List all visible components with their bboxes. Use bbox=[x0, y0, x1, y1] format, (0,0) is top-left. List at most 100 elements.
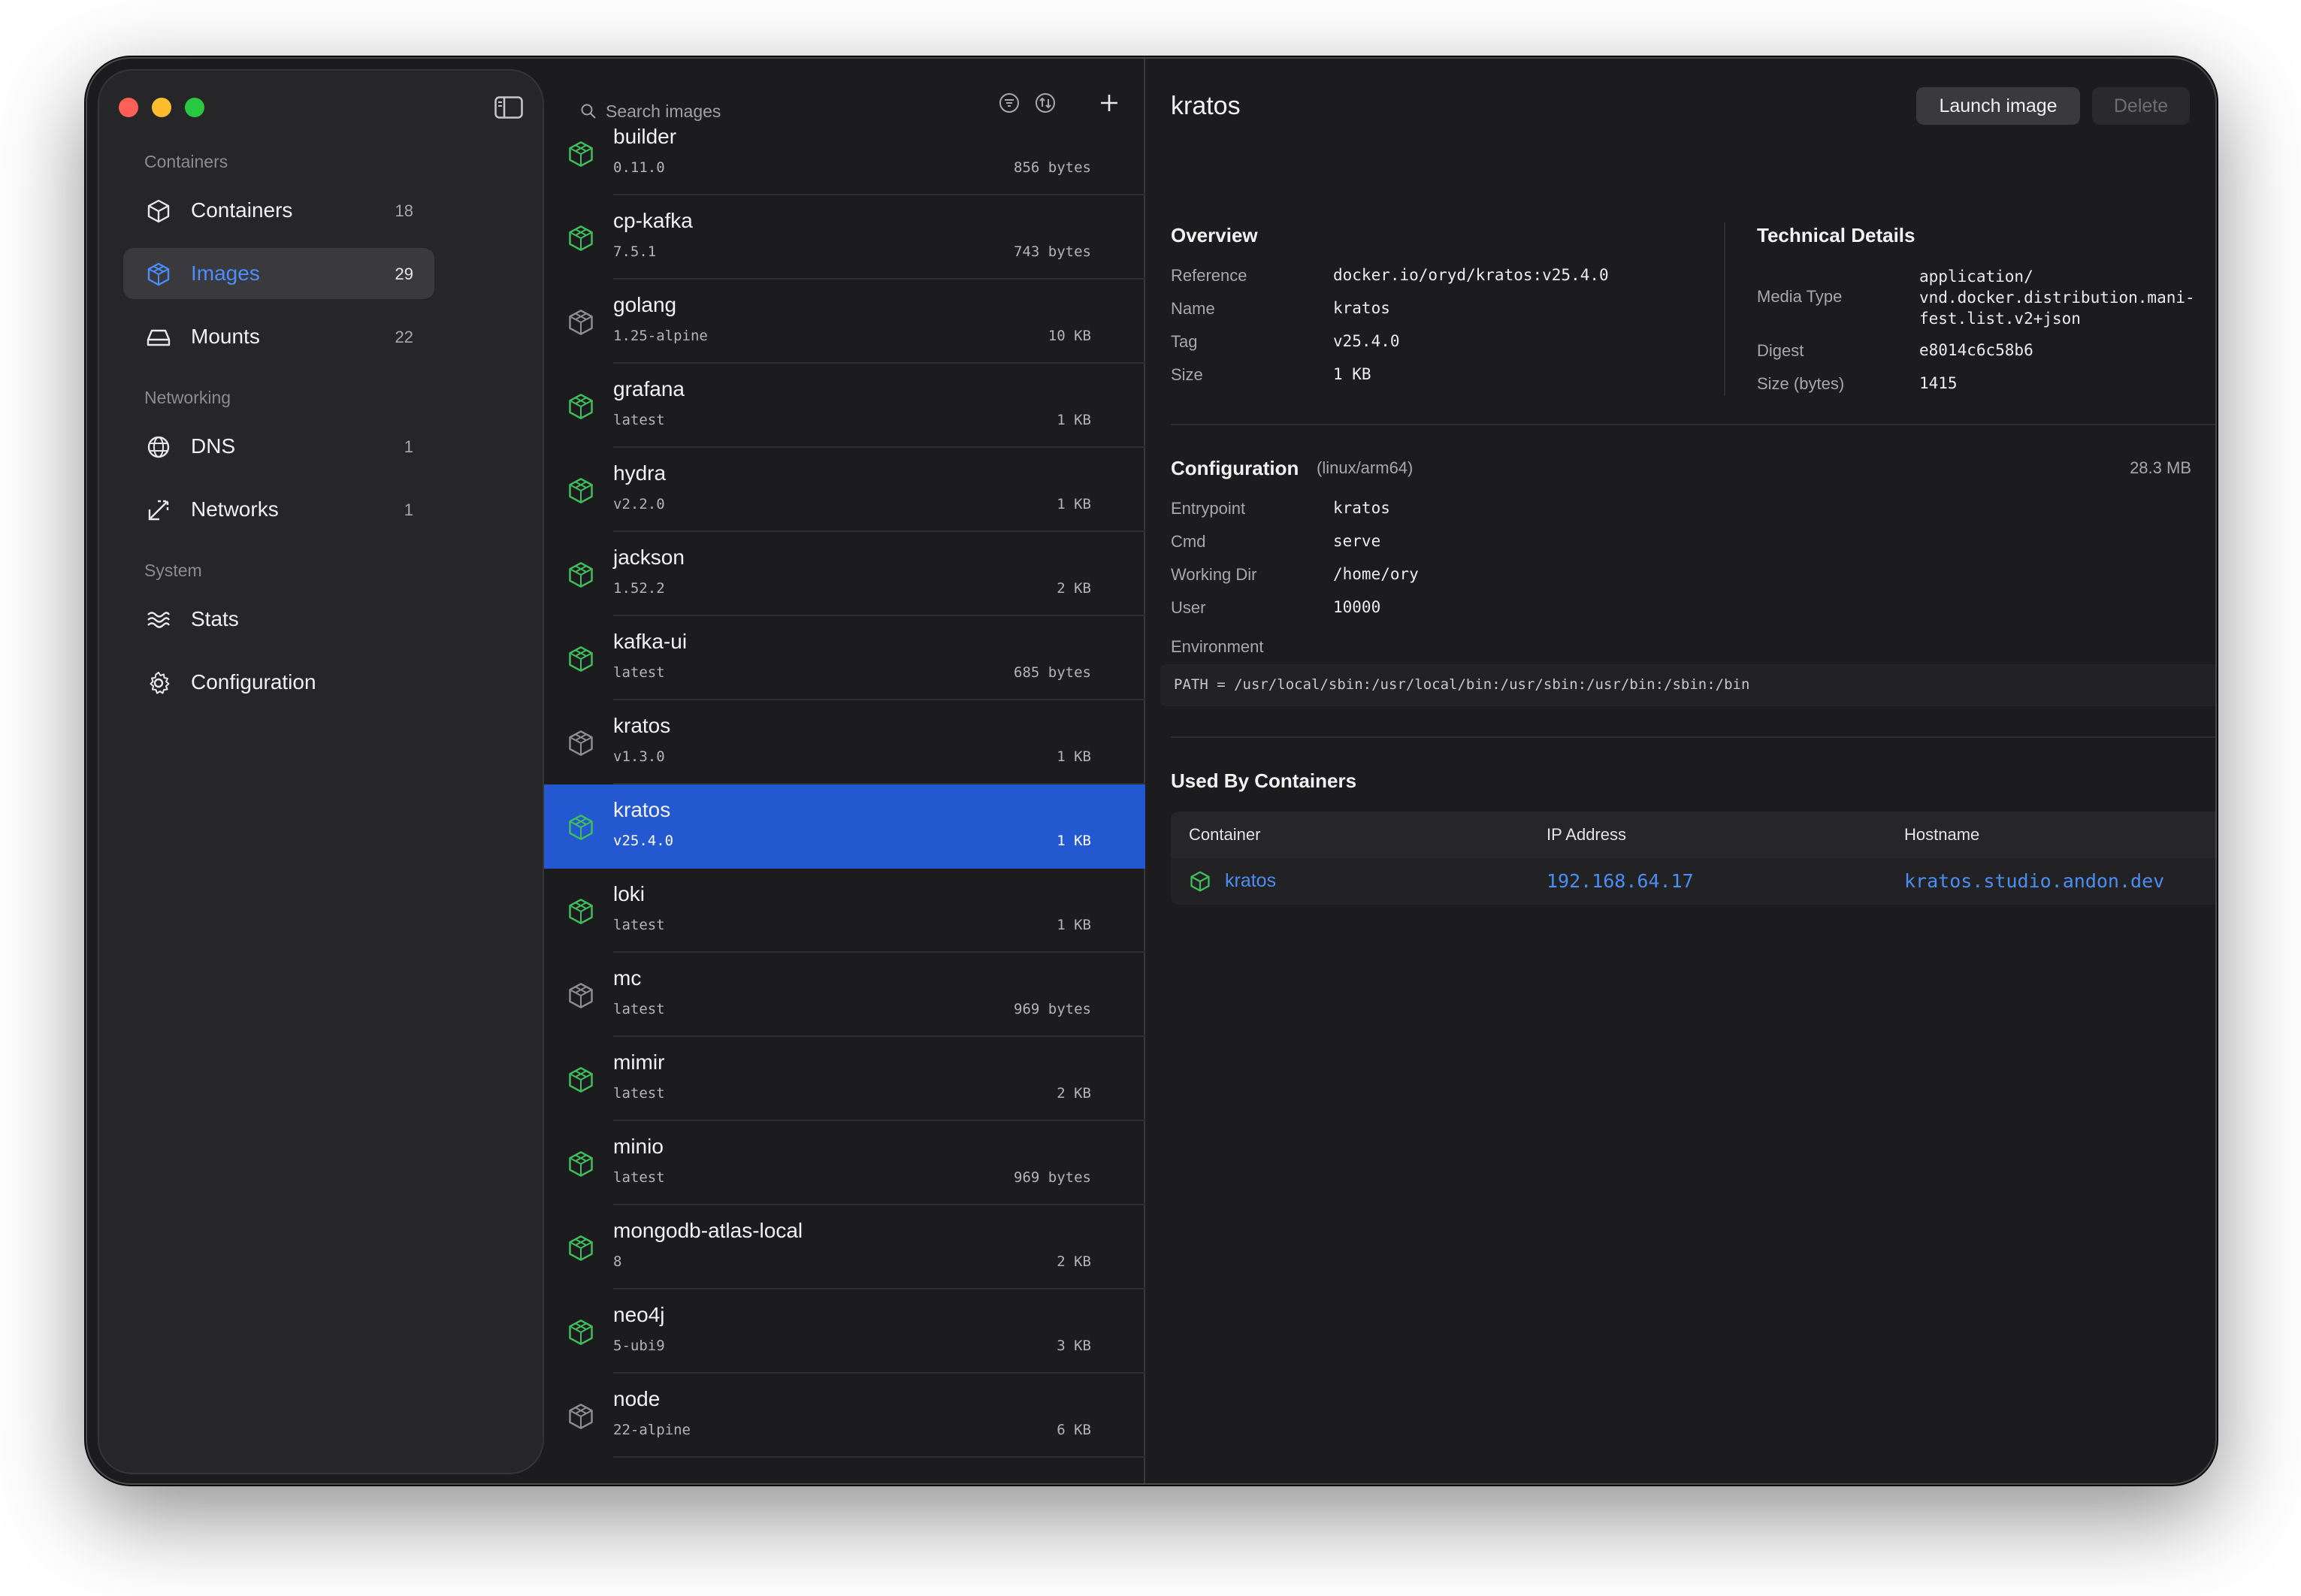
section-divider bbox=[1171, 424, 2215, 425]
cube-icon bbox=[147, 199, 170, 223]
list-item[interactable]: mc latest 969 bytes bbox=[544, 953, 1145, 1037]
sidebar-item-count: 1 bbox=[404, 500, 413, 519]
sidebar-item-networks[interactable]: Networks 1 bbox=[123, 484, 434, 535]
ip-address-link[interactable]: 192.168.64.17 bbox=[1547, 870, 1694, 892]
image-tag: latest bbox=[613, 917, 665, 933]
technical-value: application/ vnd.docker.distribution.man… bbox=[1919, 268, 2195, 328]
sidebar-item-containers[interactable]: Containers 18 bbox=[123, 185, 434, 236]
list-item[interactable]: grafana latest 1 KB bbox=[544, 364, 1145, 448]
overview-value: 1 KB bbox=[1333, 365, 1371, 383]
sidebar-toggle-icon[interactable] bbox=[494, 96, 523, 119]
delete-button[interactable]: Delete bbox=[2092, 87, 2190, 125]
image-tag: v2.2.0 bbox=[613, 496, 665, 512]
image-list-pane: Search images builder 0.11.0 856 bytes cp-k… bbox=[544, 59, 1145, 1483]
image-tag: latest bbox=[613, 1169, 665, 1186]
config-key: Cmd bbox=[1171, 532, 1206, 551]
technical-key: Size (bytes) bbox=[1757, 374, 1845, 393]
traffic-lights bbox=[119, 98, 204, 117]
launch-image-button[interactable]: Launch image bbox=[1916, 87, 2080, 125]
config-value: serve bbox=[1333, 532, 1381, 550]
minimize-window-button[interactable] bbox=[152, 98, 171, 117]
column-header-hostname[interactable]: Hostname bbox=[1904, 825, 1979, 845]
config-key: Working Dir bbox=[1171, 565, 1257, 584]
image-name: mongodb-atlas-local bbox=[613, 1219, 803, 1242]
gear-icon bbox=[150, 672, 170, 694]
sidebar-item-mounts[interactable]: Mounts 22 bbox=[123, 311, 434, 362]
list-item[interactable]: minio latest 969 bytes bbox=[544, 1121, 1145, 1205]
config-key: Entrypoint bbox=[1171, 499, 1246, 518]
list-item[interactable]: mimir latest 2 KB bbox=[544, 1037, 1145, 1121]
overview-value: kratos bbox=[1333, 299, 1390, 317]
image-cube-icon bbox=[569, 1151, 593, 1177]
image-name: node bbox=[613, 1387, 661, 1410]
image-size: 10 KB bbox=[1048, 328, 1091, 344]
list-item[interactable]: hydra v2.2.0 1 KB bbox=[544, 448, 1145, 532]
image-tag: latest bbox=[613, 412, 665, 428]
sidebar-item-images[interactable]: Images 29 bbox=[123, 248, 434, 299]
image-size: 2 KB bbox=[1057, 1085, 1091, 1102]
used-by-heading: Used By Containers bbox=[1171, 769, 1357, 792]
technical-value: e8014c6c58b6 bbox=[1919, 341, 2033, 359]
image-name: minio bbox=[613, 1135, 664, 1158]
list-item[interactable]: neo4j 5-ubi9 3 KB bbox=[544, 1289, 1145, 1374]
list-item[interactable]: cp-kafka 7.5.1 743 bytes bbox=[544, 195, 1145, 280]
image-size: 3 KB bbox=[1057, 1338, 1091, 1354]
list-item[interactable]: kratos v1.3.0 1 KB bbox=[544, 700, 1145, 784]
zoom-window-button[interactable] bbox=[185, 98, 204, 117]
overview-key: Name bbox=[1171, 299, 1215, 318]
sidebar-item-label: DNS bbox=[191, 434, 236, 458]
image-name: cp-kafka bbox=[613, 209, 693, 232]
list-item[interactable]: node 22-alpine 6 KB bbox=[544, 1374, 1145, 1458]
image-size: 969 bytes bbox=[1014, 1001, 1091, 1017]
sidebar-item-configuration[interactable]: Configuration bbox=[123, 657, 434, 708]
section-divider bbox=[1171, 736, 2215, 738]
image-name: hydra bbox=[613, 461, 667, 485]
sidebar-item-count: 22 bbox=[395, 328, 413, 346]
technical-heading: Technical Details bbox=[1757, 224, 1915, 246]
close-window-button[interactable] bbox=[119, 98, 138, 117]
image-name: mimir bbox=[613, 1050, 665, 1074]
image-cube-icon bbox=[569, 646, 593, 672]
sidebar-item-label: Mounts bbox=[191, 325, 260, 348]
container-link[interactable]: kratos bbox=[1225, 870, 1276, 892]
column-header-ip[interactable]: IP Address bbox=[1547, 825, 1626, 845]
sidebar-item-count: 29 bbox=[395, 264, 413, 283]
sidebar-item-label: Containers bbox=[191, 198, 293, 222]
waves-icon bbox=[147, 612, 171, 628]
table-row[interactable]: kratos 192.168.64.17 kratos.studio.andon… bbox=[1171, 858, 2215, 905]
image-tag: 0.11.0 bbox=[613, 159, 665, 176]
image-name: mc bbox=[613, 966, 642, 990]
image-name: neo4j bbox=[613, 1303, 665, 1326]
overview-value: v25.4.0 bbox=[1333, 332, 1400, 350]
sidebar-item-dns[interactable]: DNS 1 bbox=[123, 421, 434, 472]
sidebar-item-stats[interactable]: Stats bbox=[123, 594, 434, 645]
list-item[interactable]: mongodb-atlas-local 8 2 KB bbox=[544, 1205, 1145, 1289]
image-name: kratos bbox=[613, 714, 671, 737]
image-tag: 7.5.1 bbox=[613, 243, 657, 260]
overview-key: Reference bbox=[1171, 266, 1247, 285]
platform-label: (linux/arm64) bbox=[1317, 458, 1414, 477]
sidebar-item-count: 1 bbox=[404, 437, 413, 456]
environment-label: Environment bbox=[1171, 637, 1264, 656]
sidebar-item-label: Configuration bbox=[191, 670, 316, 694]
image-cube-icon bbox=[569, 983, 593, 1008]
image-cube-icon bbox=[569, 1067, 593, 1093]
page-title: kratos bbox=[1171, 92, 1241, 120]
list-item[interactable]: loki latest 1 KB bbox=[544, 869, 1145, 953]
config-size: 28.3 MB bbox=[2130, 458, 2191, 477]
image-name: grafana bbox=[613, 377, 685, 401]
list-item[interactable]: kafka-ui latest 685 bytes bbox=[544, 616, 1145, 700]
list-item[interactable]: kratos v25.4.0 1 KB bbox=[544, 784, 1145, 869]
list-item[interactable]: builder 0.11.0 856 bytes bbox=[544, 111, 1145, 195]
image-list: builder 0.11.0 856 bytes cp-kafka 7.5.1 743 b… bbox=[544, 111, 1145, 1458]
hostname-link[interactable]: kratos.studio.andon.dev bbox=[1904, 870, 2164, 892]
list-item[interactable]: jackson 1.52.2 2 KB bbox=[544, 532, 1145, 616]
overview-key: Tag bbox=[1171, 332, 1198, 351]
config-value: 10000 bbox=[1333, 598, 1381, 616]
image-cube-icon bbox=[569, 815, 593, 840]
network-arrows-icon bbox=[148, 500, 169, 521]
add-image-icon[interactable] bbox=[1099, 92, 1120, 113]
globe-icon bbox=[147, 436, 170, 458]
column-header-container[interactable]: Container bbox=[1189, 825, 1260, 845]
list-item[interactable]: golang 1.25-alpine 10 KB bbox=[544, 280, 1145, 364]
